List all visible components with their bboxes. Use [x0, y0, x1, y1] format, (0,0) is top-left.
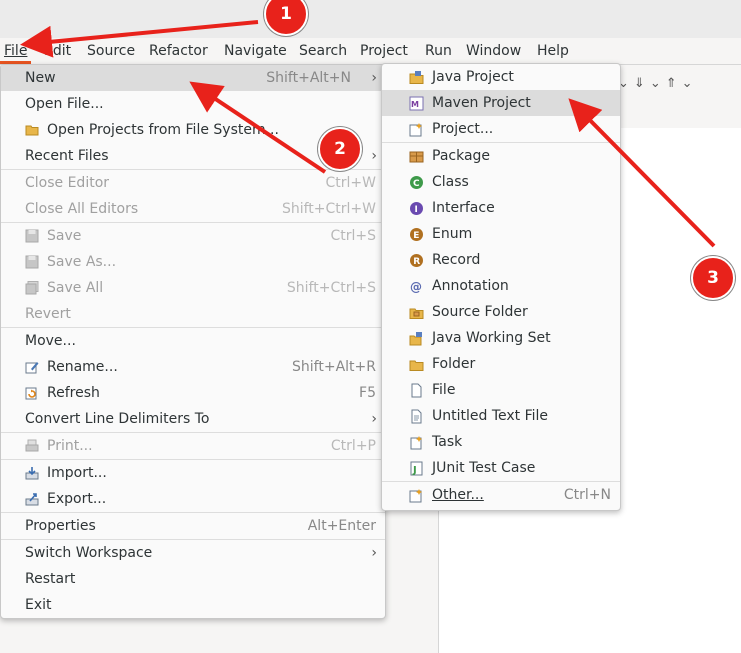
step-badge-2: 2: [318, 127, 362, 171]
arrow-to-new-item: [189, 81, 327, 174]
step-badge-3: 3: [691, 256, 735, 300]
annotation-arrows: [20, 20, 716, 248]
arrow-to-file-menu: [20, 20, 259, 58]
arrow-to-maven-project: [568, 98, 716, 248]
